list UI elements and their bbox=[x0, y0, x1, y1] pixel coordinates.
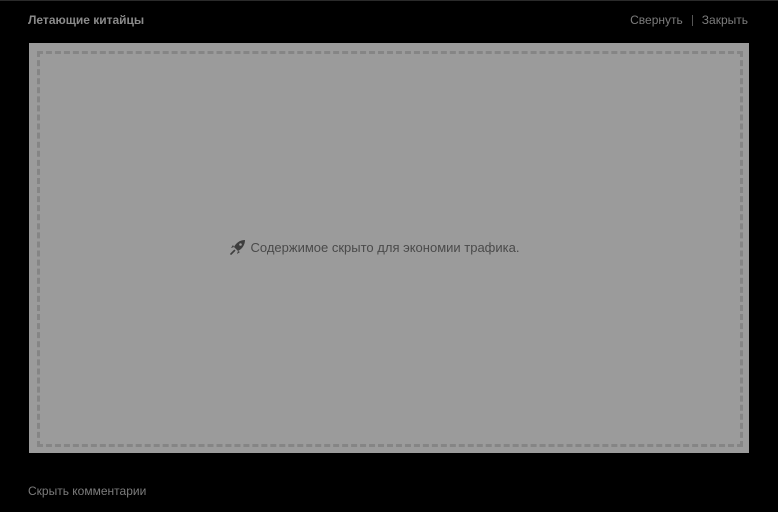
window-header: Летающие китайцы Свернуть Закрыть bbox=[0, 0, 778, 40]
actions-separator bbox=[691, 14, 693, 26]
rocket-icon bbox=[229, 238, 247, 256]
hide-comments-link[interactable]: Скрыть комментарии bbox=[28, 484, 146, 498]
collapse-link[interactable]: Свернуть bbox=[630, 13, 683, 27]
window-title: Летающие китайцы bbox=[28, 13, 145, 27]
content-placeholder[interactable]: Содержимое скрыто для экономии трафика. bbox=[29, 43, 749, 453]
hidden-content-notice: Содержимое скрыто для экономии трафика. bbox=[29, 238, 749, 256]
hidden-notice-text: Содержимое скрыто для экономии трафика. bbox=[250, 239, 520, 255]
window-actions: Свернуть Закрыть bbox=[630, 13, 748, 27]
close-link[interactable]: Закрыть bbox=[702, 13, 748, 27]
